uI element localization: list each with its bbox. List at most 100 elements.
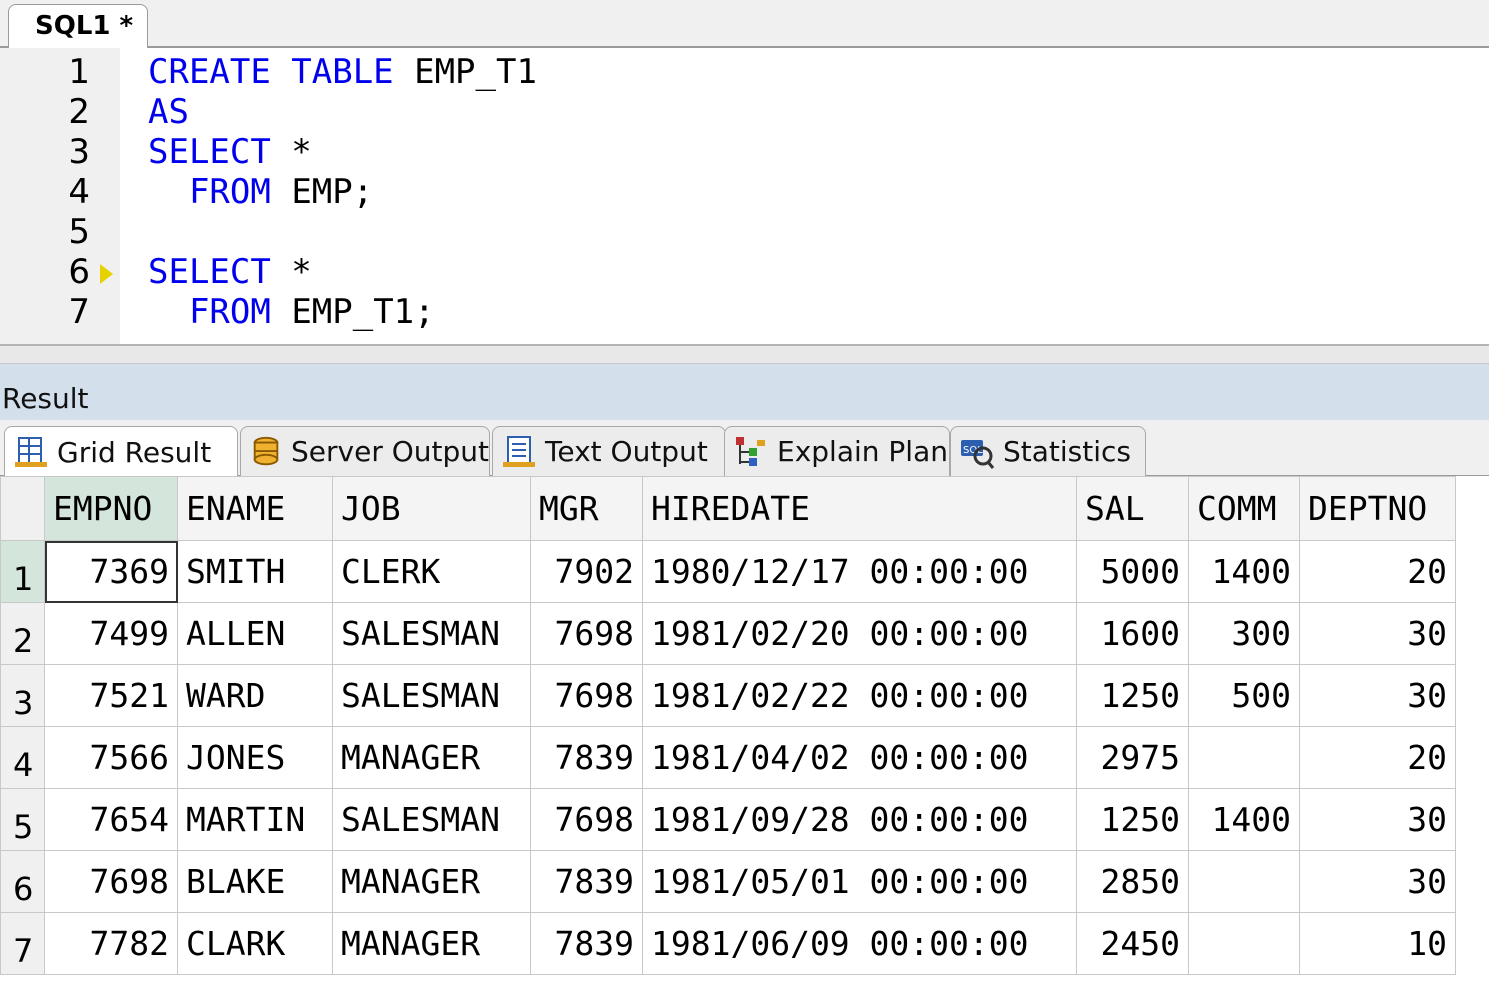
cell-comm[interactable]: 1400 bbox=[1188, 788, 1300, 851]
row-number[interactable]: 7 bbox=[0, 912, 45, 975]
column-header-sal[interactable]: SAL bbox=[1076, 476, 1189, 541]
table-row[interactable]: 7 7782 CLARK MANAGER 7839 1981/06/09 00:00:00… bbox=[0, 912, 1456, 975]
code-line[interactable]: CREATE TABLE EMP_T1 bbox=[148, 52, 537, 92]
cell-mgr[interactable]: 7902 bbox=[530, 540, 643, 603]
pane-splitter[interactable] bbox=[0, 346, 1489, 364]
table-row[interactable]: 3 7521 WARD SALESMAN 7698 1981/02/22 00:00:00… bbox=[0, 664, 1456, 727]
cell-hiredate[interactable]: 1981/09/28 00:00:00 bbox=[642, 788, 1077, 851]
row-number[interactable]: 5 bbox=[0, 788, 45, 851]
row-number[interactable]: 1 bbox=[0, 540, 45, 603]
column-header-comm[interactable]: COMM bbox=[1188, 476, 1300, 541]
cell-empno[interactable]: 7499 bbox=[44, 602, 178, 665]
cell-deptno[interactable]: 30 bbox=[1299, 602, 1456, 665]
cell-hiredate[interactable]: 1981/02/22 00:00:00 bbox=[642, 664, 1077, 727]
cell-deptno[interactable]: 10 bbox=[1299, 912, 1456, 975]
row-number[interactable]: 3 bbox=[0, 664, 45, 727]
cell-job[interactable]: SALESMAN bbox=[332, 788, 531, 851]
cell-comm[interactable] bbox=[1188, 912, 1300, 975]
table-row[interactable]: 1 7369 SMITH CLERK 7902 1980/12/17 00:00:00 50… bbox=[0, 540, 1456, 603]
cell-comm[interactable]: 500 bbox=[1188, 664, 1300, 727]
row-number[interactable]: 6 bbox=[0, 850, 45, 913]
table-row[interactable]: 6 7698 BLAKE MANAGER 7839 1981/05/01 00:00:00… bbox=[0, 850, 1456, 913]
cell-comm[interactable]: 1400 bbox=[1188, 540, 1300, 603]
code-line[interactable]: FROM EMP; bbox=[148, 172, 373, 212]
cell-ename[interactable]: WARD bbox=[177, 664, 333, 727]
cell-sal[interactable]: 5000 bbox=[1076, 540, 1189, 603]
column-header-empno[interactable]: EMPNO bbox=[44, 476, 178, 541]
cell-ename[interactable]: SMITH bbox=[177, 540, 333, 603]
column-header-ename[interactable]: ENAME bbox=[177, 476, 333, 541]
tab-statistics[interactable]: SQL Statistics bbox=[950, 426, 1146, 476]
sql-text: EMP; bbox=[270, 172, 374, 212]
tab-grid-result[interactable]: Grid Result bbox=[4, 426, 238, 477]
cell-comm[interactable]: 300 bbox=[1188, 602, 1300, 665]
cell-empno[interactable]: 7566 bbox=[44, 726, 178, 789]
cell-empno[interactable]: 7369 bbox=[44, 540, 178, 603]
cell-job[interactable]: MANAGER bbox=[332, 912, 531, 975]
sql-editor[interactable]: CREATE TABLE EMP_T1 AS SELECT * FROM EMP; S… bbox=[0, 48, 1489, 346]
cell-job[interactable]: CLERK bbox=[332, 540, 531, 603]
cell-sal[interactable]: 2450 bbox=[1076, 912, 1189, 975]
column-header-hiredate[interactable]: HIREDATE bbox=[642, 476, 1077, 541]
cell-deptno[interactable]: 20 bbox=[1299, 540, 1456, 603]
cell-mgr[interactable]: 7698 bbox=[530, 788, 643, 851]
cell-sal[interactable]: 1600 bbox=[1076, 602, 1189, 665]
row-number[interactable]: 2 bbox=[0, 602, 45, 665]
code-line[interactable]: SELECT * bbox=[148, 132, 312, 172]
cell-hiredate[interactable]: 1981/06/09 00:00:00 bbox=[642, 912, 1077, 975]
cell-ename[interactable]: ALLEN bbox=[177, 602, 333, 665]
cell-mgr[interactable]: 7839 bbox=[530, 912, 643, 975]
column-header-job[interactable]: JOB bbox=[332, 476, 531, 541]
cell-sal[interactable]: 1250 bbox=[1076, 664, 1189, 727]
cell-job[interactable]: SALESMAN bbox=[332, 602, 531, 665]
cell-empno[interactable]: 7521 bbox=[44, 664, 178, 727]
cell-empno[interactable]: 7782 bbox=[44, 912, 178, 975]
result-grid[interactable]: EMPNO ENAME JOB MGR HIREDATE SAL COMM DEPTNO 17… bbox=[0, 476, 1456, 975]
grid-corner[interactable] bbox=[0, 476, 45, 541]
table-row[interactable]: 4 7566 JONES MANAGER 7839 1981/04/02 00:00:00… bbox=[0, 726, 1456, 789]
tab-label: Grid Result bbox=[57, 435, 212, 469]
column-header-mgr[interactable]: MGR bbox=[530, 476, 643, 541]
cell-job[interactable]: MANAGER bbox=[332, 850, 531, 913]
cell-deptno[interactable]: 20 bbox=[1299, 726, 1456, 789]
cell-deptno[interactable]: 30 bbox=[1299, 664, 1456, 727]
tab-server-output[interactable]: Server Output bbox=[240, 426, 490, 476]
cell-job[interactable]: SALESMAN bbox=[332, 664, 531, 727]
cell-ename[interactable]: MARTIN bbox=[177, 788, 333, 851]
result-title: Result bbox=[2, 382, 89, 415]
cell-hiredate[interactable]: 1981/04/02 00:00:00 bbox=[642, 726, 1077, 789]
tab-label: Server Output bbox=[291, 435, 489, 468]
cell-hiredate[interactable]: 1981/02/20 00:00:00 bbox=[642, 602, 1077, 665]
cell-empno[interactable]: 7654 bbox=[44, 788, 178, 851]
tab-explain-plan[interactable]: Explain Plan bbox=[724, 426, 950, 476]
table-row[interactable]: 2 7499 ALLEN SALESMAN 7698 1981/02/20 00:00:0… bbox=[0, 602, 1456, 665]
cell-hiredate[interactable]: 1981/05/01 00:00:00 bbox=[642, 850, 1077, 913]
code-line[interactable]: SELECT * bbox=[148, 252, 312, 292]
cell-deptno[interactable]: 30 bbox=[1299, 850, 1456, 913]
column-header-deptno[interactable]: DEPTNO bbox=[1299, 476, 1456, 541]
cell-hiredate[interactable]: 1980/12/17 00:00:00 bbox=[642, 540, 1077, 603]
cell-ename[interactable]: CLARK bbox=[177, 912, 333, 975]
code-line[interactable]: AS bbox=[148, 92, 189, 132]
cell-sal[interactable]: 2850 bbox=[1076, 850, 1189, 913]
cell-job[interactable]: MANAGER bbox=[332, 726, 531, 789]
cell-ename[interactable]: BLAKE bbox=[177, 850, 333, 913]
tab-label: Text Output bbox=[545, 435, 708, 468]
cell-deptno[interactable]: 30 bbox=[1299, 788, 1456, 851]
result-panel-header: Result bbox=[0, 364, 1489, 420]
cell-mgr[interactable]: 7839 bbox=[530, 850, 643, 913]
code-line[interactable]: FROM EMP_T1; bbox=[148, 292, 435, 332]
cell-empno[interactable]: 7698 bbox=[44, 850, 178, 913]
cell-sal[interactable]: 1250 bbox=[1076, 788, 1189, 851]
cell-comm[interactable] bbox=[1188, 726, 1300, 789]
cell-sal[interactable]: 2975 bbox=[1076, 726, 1189, 789]
row-number[interactable]: 4 bbox=[0, 726, 45, 789]
table-row[interactable]: 5 7654 MARTIN SALESMAN 7698 1981/09/28 00:00:… bbox=[0, 788, 1456, 851]
cell-mgr[interactable]: 7698 bbox=[530, 664, 643, 727]
tab-sql1[interactable]: SQL1 * bbox=[8, 4, 148, 48]
tab-text-output[interactable]: Text Output bbox=[492, 426, 726, 476]
cell-mgr[interactable]: 7698 bbox=[530, 602, 643, 665]
cell-mgr[interactable]: 7839 bbox=[530, 726, 643, 789]
cell-ename[interactable]: JONES bbox=[177, 726, 333, 789]
cell-comm[interactable] bbox=[1188, 850, 1300, 913]
